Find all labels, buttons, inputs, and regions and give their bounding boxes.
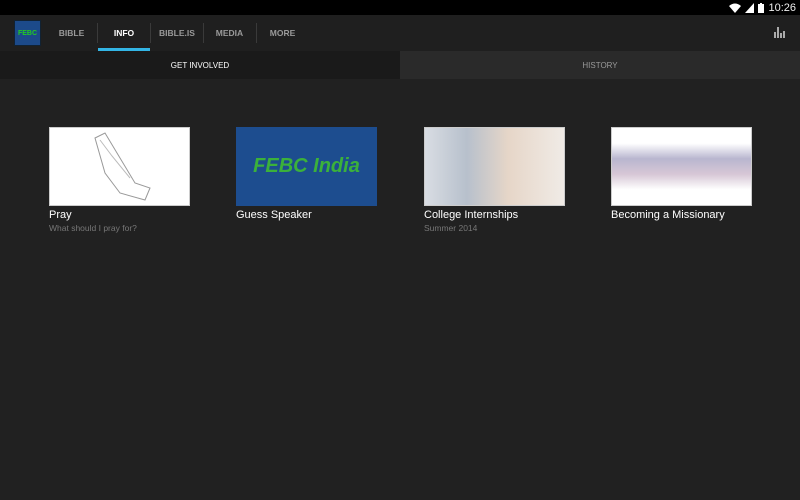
tab-label: MEDIA bbox=[215, 28, 244, 38]
bar-chart-icon[interactable] bbox=[774, 27, 785, 38]
signal-icon bbox=[745, 2, 755, 13]
card-pray[interactable]: Pray What should I pray for? bbox=[49, 127, 190, 233]
wifi-icon bbox=[729, 3, 742, 13]
sky-clouds-photo bbox=[611, 127, 752, 206]
subtab-label: GET INVOLVED bbox=[170, 60, 230, 70]
tab-label: BIBLE.IS bbox=[159, 28, 195, 38]
card-college-internships[interactable]: College Internships Summer 2014 bbox=[424, 127, 565, 233]
subtab-get-involved[interactable]: GET INVOLVED bbox=[0, 51, 400, 79]
app-logo[interactable]: FEBC bbox=[14, 20, 41, 46]
febc-india-logo: FEBC India bbox=[236, 127, 377, 206]
tab-bible-is[interactable]: BIBLE.IS bbox=[151, 15, 203, 51]
card-subtitle: What should I pray for? bbox=[49, 223, 137, 233]
card-title: Guess Speaker bbox=[236, 209, 312, 221]
logo-text: FEBC bbox=[17, 29, 38, 37]
tab-more[interactable]: MORE bbox=[257, 15, 308, 51]
praying-hands-image bbox=[49, 127, 190, 206]
card-title: College Internships bbox=[424, 209, 519, 221]
action-bar: FEBC BIBLE INFO BIBLE.IS MEDIA MORE bbox=[0, 15, 800, 51]
subtab-history[interactable]: HISTORY bbox=[400, 51, 800, 79]
card-becoming-missionary[interactable]: Becoming a Missionary bbox=[611, 127, 752, 221]
students-photo bbox=[424, 127, 565, 206]
tab-label: INFO bbox=[113, 28, 135, 38]
clock: 10:26 bbox=[768, 1, 796, 14]
tab-label: MORE bbox=[269, 28, 296, 38]
tab-info[interactable]: INFO bbox=[98, 15, 150, 51]
card-title: Pray bbox=[49, 209, 72, 221]
sub-tabs: GET INVOLVED HISTORY bbox=[0, 51, 800, 79]
card-guess-speaker[interactable]: FEBC India Guess Speaker bbox=[236, 127, 377, 221]
card-subtitle: Summer 2014 bbox=[424, 223, 478, 233]
subtab-label: HISTORY bbox=[582, 60, 618, 70]
card-title: Becoming a Missionary bbox=[611, 209, 725, 221]
tab-label: BIBLE bbox=[58, 28, 85, 38]
tab-bible[interactable]: BIBLE bbox=[50, 15, 93, 51]
battery-icon bbox=[758, 2, 765, 13]
logo-text: FEBC India bbox=[253, 155, 360, 177]
status-bar: 10:26 bbox=[0, 0, 800, 15]
tab-media[interactable]: MEDIA bbox=[204, 15, 255, 51]
